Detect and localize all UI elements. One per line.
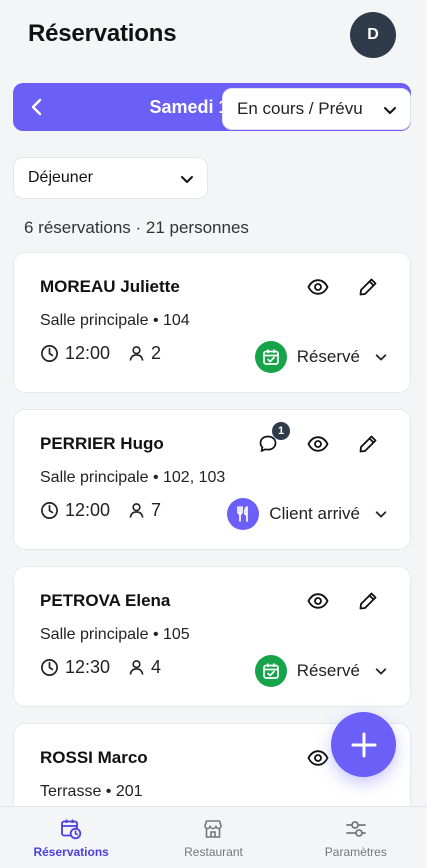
status-dropdown[interactable]: Réservé	[254, 341, 388, 373]
eye-icon	[307, 750, 329, 766]
header: Réservations D	[0, 0, 427, 72]
clock-icon	[41, 345, 58, 362]
reservation-meta: 12:00 7	[40, 500, 179, 521]
chevron-down-icon	[384, 107, 396, 114]
previous-day-button[interactable]	[13, 83, 61, 131]
guest-count: 7	[151, 500, 162, 520]
view-button[interactable]	[306, 589, 330, 613]
calendar-clock-icon	[61, 819, 82, 839]
chevron-left-icon	[31, 98, 42, 116]
view-button[interactable]	[306, 275, 330, 299]
table-location: Salle principale • 105	[40, 626, 190, 643]
chevron-down-icon	[375, 511, 387, 518]
page-title: Réservations	[28, 20, 177, 47]
status-dropdown[interactable]: Client arrivé	[227, 498, 388, 530]
plus-icon	[351, 732, 376, 757]
edit-button[interactable]	[356, 589, 380, 613]
clock-icon	[41, 659, 58, 676]
tab-settings[interactable]: Paramètres	[285, 807, 427, 868]
edit-button[interactable]	[356, 432, 380, 456]
eye-icon	[307, 436, 329, 452]
guest-name: PERRIER Hugo	[40, 434, 164, 453]
person-icon	[129, 503, 144, 518]
chevron-down-icon	[181, 176, 193, 183]
status-label: Réservé	[296, 347, 360, 366]
sliders-icon	[345, 820, 366, 837]
status-filter-value: En cours / Prévu	[237, 99, 363, 118]
store-icon	[204, 819, 223, 838]
view-button[interactable]	[306, 432, 330, 456]
card-actions	[306, 275, 380, 299]
edit-button[interactable]	[356, 275, 380, 299]
reservation-time: 12:00	[65, 500, 111, 520]
reservation-meta: 12:30 4	[40, 657, 179, 678]
status-filter-select[interactable]: En cours / Prévu	[222, 88, 411, 130]
status-icon-circle	[227, 498, 260, 530]
pencil-icon	[359, 435, 377, 453]
table-location: Salle principale • 102, 103	[40, 469, 226, 486]
reservation-time: 12:00	[65, 343, 111, 363]
utensils-icon	[237, 506, 249, 522]
bottom-navigation: Réservations Restaurant Paramètres	[0, 806, 427, 868]
chevron-down-icon	[375, 668, 387, 675]
guest-name: PETROVA Elena	[40, 591, 171, 610]
guest-count: 4	[151, 657, 162, 677]
clock-icon	[41, 502, 58, 519]
calendar-check-icon	[262, 663, 279, 679]
reservation-meta: 12:00 2	[40, 343, 179, 364]
person-icon	[129, 346, 144, 361]
guest-name: ROSSI Marco	[40, 748, 148, 767]
tab-reservations[interactable]: Réservations	[0, 807, 142, 868]
card-actions	[306, 589, 380, 613]
comment-count-badge: 1	[272, 422, 290, 440]
reservation-card[interactable]: MOREAU Juliette Salle principale • 104 1…	[13, 252, 411, 393]
table-location: Terrasse • 201	[40, 783, 143, 800]
status-icon-circle	[254, 655, 287, 687]
chevron-down-icon	[375, 354, 387, 361]
service-select-value: Déjeuner	[28, 169, 93, 186]
person-icon	[129, 660, 144, 675]
guest-count: 2	[151, 343, 162, 363]
add-reservation-button[interactable]	[331, 712, 396, 777]
guest-name: MOREAU Juliette	[40, 277, 180, 296]
comments-button[interactable]: 1	[256, 422, 290, 456]
service-select[interactable]: Déjeuner	[13, 157, 208, 199]
status-label: Client arrivé	[269, 504, 360, 523]
card-actions: 1	[256, 422, 380, 456]
tab-label: Réservations	[33, 844, 109, 859]
tab-label: Restaurant	[184, 844, 243, 859]
tab-label: Paramètres	[324, 844, 387, 859]
reservation-card[interactable]: PETROVA Elena Salle principale • 105 12:…	[13, 566, 411, 707]
calendar-check-icon	[262, 349, 279, 365]
status-label: Réservé	[296, 661, 360, 680]
avatar[interactable]: D	[350, 12, 396, 58]
reservations-summary: 6 réservations · 21 personnes	[24, 218, 249, 237]
status-icon-circle	[254, 341, 287, 373]
reservation-card[interactable]: PERRIER Hugo 1 Salle principale • 102, 1…	[13, 409, 411, 550]
reservation-time: 12:30	[65, 657, 111, 677]
eye-icon	[307, 593, 329, 609]
view-button[interactable]	[306, 746, 330, 770]
pencil-icon	[359, 592, 377, 610]
tab-restaurant[interactable]: Restaurant	[142, 807, 284, 868]
status-dropdown[interactable]: Réservé	[254, 655, 388, 687]
pencil-icon	[359, 278, 377, 296]
eye-icon	[307, 279, 329, 295]
table-location: Salle principale • 104	[40, 312, 190, 329]
